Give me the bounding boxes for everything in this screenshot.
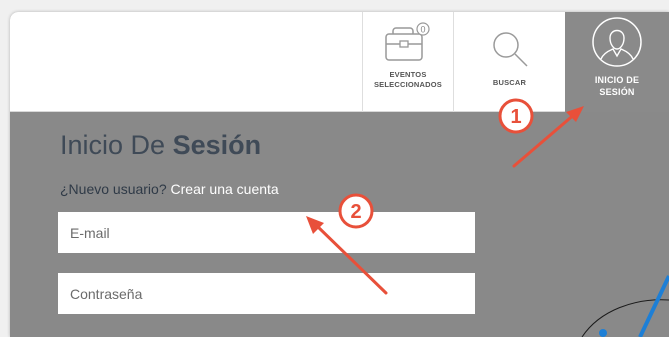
nav-events-label: EVENTOS SELECCIONADOS <box>373 70 443 89</box>
briefcase-icon: 0 <box>385 22 430 61</box>
new-user-row: ¿Nuevo usuario? Crear una cuenta <box>60 181 279 197</box>
new-user-question: ¿Nuevo usuario? <box>60 181 167 197</box>
nav-login-label: INICIO DE SESIÓN <box>594 75 640 97</box>
email-field[interactable] <box>58 212 475 253</box>
create-account-link[interactable]: Crear una cuenta <box>171 181 279 197</box>
nav-selected-events[interactable]: 0 EVENTOS SELECCIONADOS <box>362 12 454 112</box>
nav-search-label: BUSCAR <box>492 78 527 87</box>
nav-search[interactable]: BUSCAR <box>454 12 566 112</box>
page-title: Inicio De Sesión <box>60 130 261 161</box>
user-icon <box>592 17 642 67</box>
site-header: 0 EVENTOS SELECCIONADOS BUSCAR INICIO DE… <box>10 12 669 112</box>
nav-login[interactable]: INICIO DE SESIÓN <box>565 12 669 112</box>
password-field[interactable] <box>58 273 475 314</box>
page-title-light: Inicio De <box>60 130 173 160</box>
search-icon <box>492 32 528 67</box>
events-badge-count: 0 <box>420 25 425 35</box>
page-title-bold: Sesión <box>172 130 262 160</box>
